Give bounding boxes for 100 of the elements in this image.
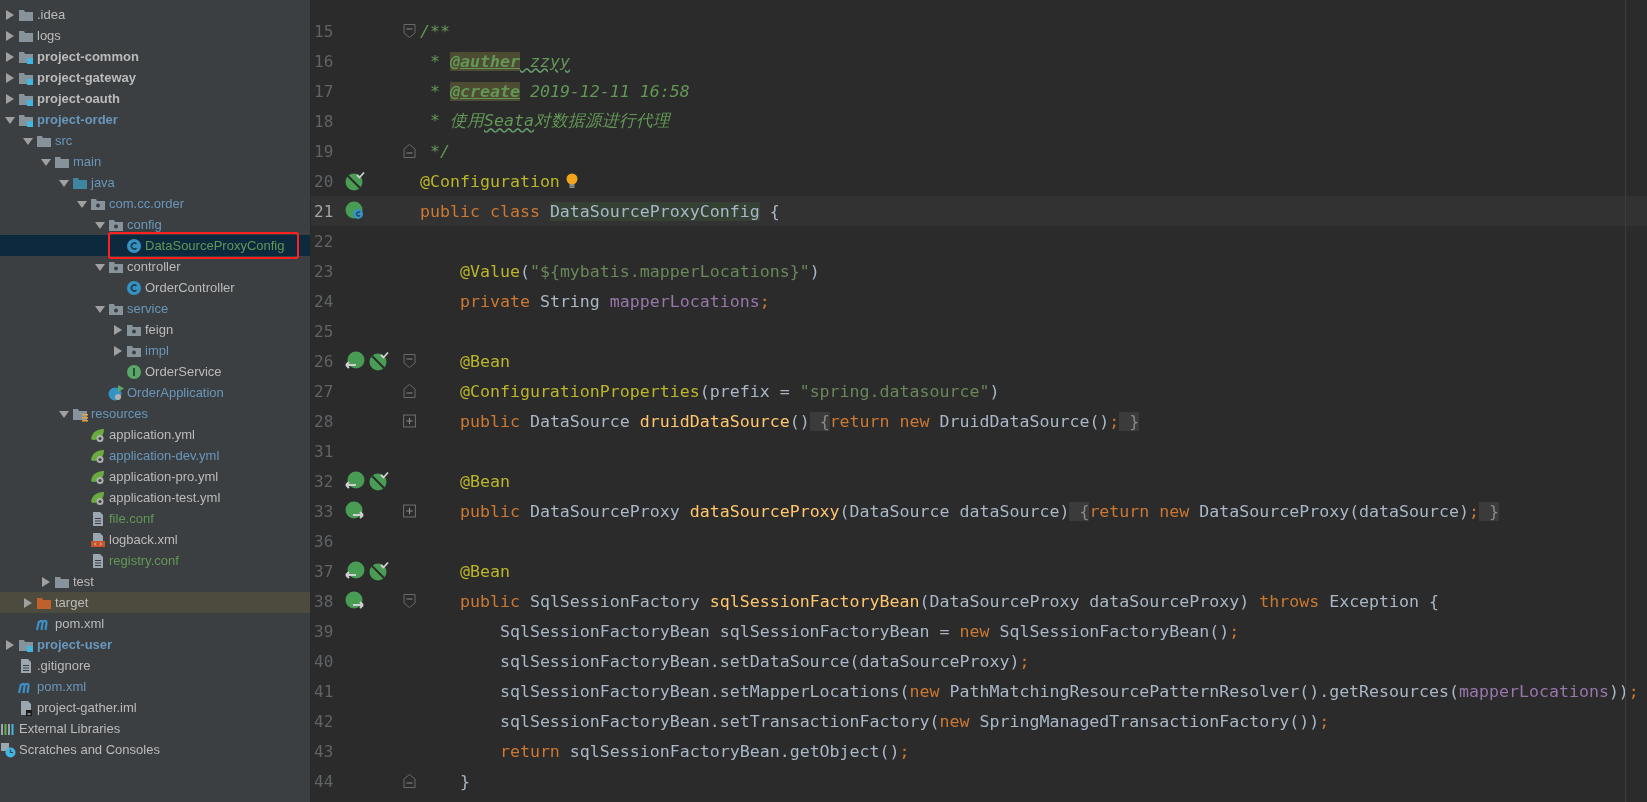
tree-item[interactable]: pom.xml	[0, 676, 310, 697]
caret-down-icon[interactable]	[95, 261, 105, 272]
bean-check-icon[interactable]	[369, 561, 389, 581]
spring-leaf-icon	[90, 426, 106, 443]
code-line: @Configuration	[420, 171, 560, 191]
line-number: 26	[313, 351, 335, 371]
caret-right-icon[interactable]	[113, 324, 123, 335]
caret-right-icon[interactable]	[113, 345, 123, 356]
code-line: */	[429, 141, 450, 161]
tree-item[interactable]: project-user	[0, 634, 310, 655]
tree-item[interactable]: application-test.yml	[0, 487, 310, 508]
tree-item[interactable]: pom.xml	[0, 613, 310, 634]
bean-arrow-right-icon[interactable]	[345, 591, 365, 611]
class-icon	[126, 237, 142, 254]
tree-item[interactable]: OrderController	[0, 277, 310, 298]
fold-end-icon[interactable]	[403, 144, 416, 158]
tree-item[interactable]: .idea	[0, 4, 310, 25]
caret-down-icon[interactable]	[77, 198, 87, 209]
code-line: @Value("${mybatis.mapperLocations}")	[458, 261, 820, 281]
tree-item[interactable]: OrderApplication	[0, 382, 310, 403]
module-file-icon	[18, 699, 34, 716]
collapse-icon[interactable]	[403, 594, 416, 608]
tree-item[interactable]: test	[0, 571, 310, 592]
line-number: 44	[313, 771, 335, 791]
code-line: * 使用Seata对数据源进行代理	[429, 110, 670, 132]
line-number: 40	[313, 651, 335, 671]
code-line: public class DataSourceProxyConfig {	[420, 201, 780, 221]
caret-right-icon[interactable]	[5, 51, 15, 62]
bulb-icon[interactable]	[565, 173, 578, 189]
bean-arrow-left-icon[interactable]	[345, 351, 365, 371]
tree-item[interactable]: logback.xml	[0, 529, 310, 550]
tree-item[interactable]: config	[0, 214, 310, 235]
collapse-icon[interactable]	[403, 354, 416, 368]
caret-right-icon[interactable]	[5, 72, 15, 83]
line-number: 32	[313, 471, 335, 491]
tree-item[interactable]: resources	[0, 403, 310, 424]
caret-right-icon[interactable]	[5, 30, 15, 41]
caret-down-icon[interactable]	[5, 114, 15, 125]
fold-end-icon[interactable]	[403, 384, 416, 398]
tree-item[interactable]: impl	[0, 340, 310, 361]
tree-item[interactable]: main	[0, 151, 310, 172]
tree-item[interactable]: project-oauth	[0, 88, 310, 109]
caret-down-icon[interactable]	[59, 408, 69, 419]
caret-right-icon[interactable]	[5, 639, 15, 650]
code-line: /**	[420, 21, 450, 41]
run-class-icon	[108, 384, 124, 401]
caret-down-icon[interactable]	[23, 135, 33, 146]
code-line: public SqlSessionFactory sqlSessionFactoryBean(DataSourceProxy dataSourceProxy) throws Exception {	[458, 591, 1440, 611]
bean-check-icon[interactable]	[369, 471, 389, 491]
tree-item[interactable]: controller	[0, 256, 310, 277]
tree-item[interactable]: External Libraries	[0, 718, 310, 739]
caret-right-icon[interactable]	[41, 576, 51, 587]
tree-item[interactable]: project-gateway	[0, 67, 310, 88]
bean-arrow-left-icon[interactable]	[345, 471, 365, 491]
tree-item[interactable]: Scratches and Consoles	[0, 739, 310, 760]
tree-item[interactable]: application.yml	[0, 424, 310, 445]
tree-item[interactable]: project-order	[0, 109, 310, 130]
code-line: @Bean	[458, 471, 510, 491]
caret-down-icon[interactable]	[95, 219, 105, 230]
tree-item[interactable]: DataSourceProxyConfig	[0, 235, 310, 256]
xml-file-icon	[90, 531, 106, 548]
tree-item[interactable]: com.cc.order	[0, 193, 310, 214]
code-line: @Bean	[458, 561, 510, 581]
code-line: sqlSessionFactoryBean.setMapperLocations(new PathMatchingResourcePatternResolver().getResources(mapperLocations));	[498, 681, 1639, 701]
code-line: @ConfigurationProperties(prefix = "spring.datasource")	[458, 381, 1000, 401]
bean-check-icon[interactable]	[369, 351, 389, 371]
tree-item[interactable]: registry.conf	[0, 550, 310, 571]
spring-leaf-icon	[90, 468, 106, 485]
tree-item[interactable]: target	[0, 592, 310, 613]
line-number: 23	[313, 261, 335, 281]
tree-item[interactable]: OrderService	[0, 361, 310, 382]
tree-item[interactable]: file.conf	[0, 508, 310, 529]
expand-icon[interactable]	[403, 504, 416, 518]
bean-check-icon[interactable]	[345, 171, 365, 191]
tree-item[interactable]: project-gather.iml	[0, 697, 310, 718]
caret-down-icon[interactable]	[41, 156, 51, 167]
code-line: * @auther zzyy	[429, 51, 570, 71]
tree-item[interactable]: application-dev.yml	[0, 445, 310, 466]
tree-item[interactable]: .gitignore	[0, 655, 310, 676]
bean-arrow-right-icon[interactable]	[345, 501, 365, 521]
line-number: 28	[313, 411, 335, 431]
bean-class-icon[interactable]	[345, 201, 365, 221]
caret-right-icon[interactable]	[5, 93, 15, 104]
caret-down-icon[interactable]	[59, 177, 69, 188]
tree-item[interactable]: service	[0, 298, 310, 319]
caret-right-icon[interactable]	[23, 597, 33, 608]
code-line: }	[458, 771, 470, 791]
fold-end-icon[interactable]	[403, 774, 416, 788]
caret-right-icon[interactable]	[5, 9, 15, 20]
tree-item[interactable]: src	[0, 130, 310, 151]
tree-item[interactable]: java	[0, 172, 310, 193]
tree-item[interactable]: project-common	[0, 46, 310, 67]
caret-down-icon[interactable]	[95, 303, 105, 314]
expand-icon[interactable]	[403, 414, 416, 428]
tree-item[interactable]: feign	[0, 319, 310, 340]
tree-item[interactable]: logs	[0, 25, 310, 46]
bean-arrow-left-icon[interactable]	[345, 561, 365, 581]
collapse-icon[interactable]	[403, 24, 416, 38]
interface-icon	[126, 363, 142, 380]
tree-item[interactable]: application-pro.yml	[0, 466, 310, 487]
